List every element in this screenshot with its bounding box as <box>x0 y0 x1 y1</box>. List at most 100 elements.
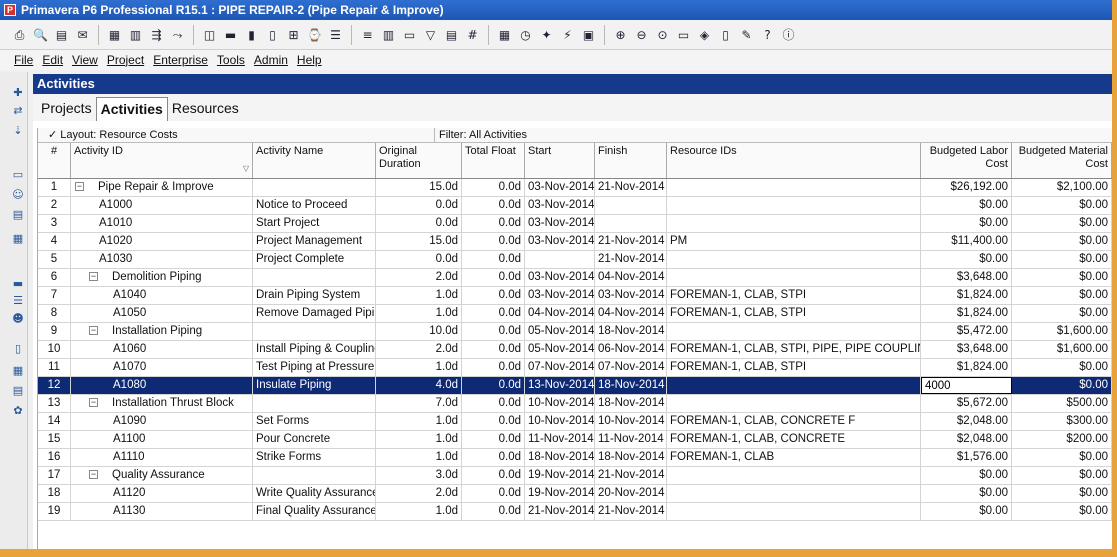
budgeted-labor-cost-cell[interactable]: $0.00 <box>921 467 1012 484</box>
budgeted-material-cost-cell[interactable]: $0.00 <box>1012 377 1112 394</box>
start-date-cell[interactable]: 05-Nov-2014 <box>525 323 595 340</box>
resource-ids-cell[interactable]: FOREMAN-1, CLAB, STPI, PIPE, PIPE COUPLI… <box>667 341 921 358</box>
link-icon[interactable]: ⤳ <box>168 25 187 45</box>
finish-date-cell[interactable] <box>595 215 667 232</box>
resource-ids-cell[interactable] <box>667 503 921 520</box>
finish-date-cell[interactable]: 18-Nov-2014 <box>595 377 667 394</box>
zoom-fit-icon[interactable]: ⊙ <box>653 25 672 45</box>
column-header-original-duration[interactable]: Original Duration <box>376 143 462 178</box>
resource-ids-cell[interactable] <box>667 179 921 196</box>
zoom-out-icon[interactable]: ⊖ <box>632 25 651 45</box>
total-float-cell[interactable]: 0.0d <box>462 485 525 502</box>
start-date-cell[interactable]: 03-Nov-2014 <box>525 197 595 214</box>
table-row[interactable]: 8 A1050 Remove Damaged Pipir 1.0d 0.0d 04-Nov… <box>38 305 1112 323</box>
activity-id-cell[interactable]: − Quality Assurance <box>71 467 253 484</box>
total-float-cell[interactable]: 0.0d <box>462 395 525 412</box>
finish-date-cell[interactable]: 21-Nov-2014 <box>595 179 667 196</box>
activity-name-cell[interactable]: Notice to Proceed <box>253 197 376 214</box>
original-duration-cell[interactable]: 1.0d <box>376 431 462 448</box>
resource-ids-cell[interactable]: FOREMAN-1, CLAB, CONCRETE F <box>667 413 921 430</box>
menu-file[interactable]: File <box>14 53 33 67</box>
original-duration-cell[interactable]: 15.0d <box>376 179 462 196</box>
document-icon[interactable]: ▯ <box>10 342 26 357</box>
list-icon[interactable]: ☰ <box>10 294 26 309</box>
table-row[interactable]: 15 A1100 Pour Concrete 1.0d 0.0d 11-Nov-2014 1… <box>38 431 1112 449</box>
print-preview-icon[interactable]: 🔍 <box>31 25 50 45</box>
activity-name-cell[interactable] <box>253 269 376 286</box>
move-icon[interactable]: ⇄ <box>10 104 26 119</box>
column-header-start[interactable]: Start <box>525 143 595 178</box>
budgeted-material-cost-cell[interactable]: $0.00 <box>1012 359 1112 376</box>
budgeted-material-cost-cell[interactable]: $1,600.00 <box>1012 323 1112 340</box>
start-date-cell[interactable]: 11-Nov-2014 <box>525 431 595 448</box>
original-duration-cell[interactable]: 2.0d <box>376 341 462 358</box>
start-date-cell[interactable]: 21-Nov-2014 <box>525 503 595 520</box>
tab-activities[interactable]: Activities <box>95 97 168 121</box>
group-sort-icon[interactable]: ≡ <box>358 25 377 45</box>
budgeted-labor-cost-cell[interactable]: $3,648.00 <box>921 269 1012 286</box>
table-row[interactable]: 14 A1090 Set Forms 1.0d 0.0d 10-Nov-2014 10-No… <box>38 413 1112 431</box>
finish-date-cell[interactable]: 07-Nov-2014 <box>595 359 667 376</box>
budgeted-material-cost-cell[interactable]: $0.00 <box>1012 251 1112 268</box>
total-float-cell[interactable]: 0.0d <box>462 503 525 520</box>
total-float-cell[interactable]: 0.0d <box>462 467 525 484</box>
budgeted-labor-cost-cell[interactable]: $0.00 <box>921 251 1012 268</box>
tab-resources[interactable]: Resources <box>168 97 243 121</box>
start-date-cell[interactable]: 18-Nov-2014 <box>525 449 595 466</box>
collapse-icon[interactable]: − <box>89 326 98 336</box>
schedule-icon[interactable]: ⌚ <box>305 25 324 45</box>
total-float-cell[interactable]: 0.0d <box>462 359 525 376</box>
budgeted-labor-cost-cell[interactable]: $0.00 <box>921 503 1012 520</box>
issues-icon[interactable]: ▤ <box>10 384 26 399</box>
finish-date-cell[interactable]: 06-Nov-2014 <box>595 341 667 358</box>
activity-name-cell[interactable]: Final Quality Assurance <box>253 503 376 520</box>
activity-name-cell[interactable]: Project Management <box>253 233 376 250</box>
activity-id-cell[interactable]: A1050 <box>71 305 253 322</box>
resource-ids-cell[interactable]: FOREMAN-1, CLAB, STPI <box>667 359 921 376</box>
original-duration-cell[interactable]: 1.0d <box>376 305 462 322</box>
table-row[interactable]: 4 A1020 Project Management 15.0d 0.0d 03-Nov-… <box>38 233 1112 251</box>
original-duration-cell[interactable]: 0.0d <box>376 215 462 232</box>
menu-tools[interactable]: Tools <box>217 53 245 67</box>
activity-id-cell[interactable]: A1040 <box>71 287 253 304</box>
budgeted-labor-cost-cell[interactable]: $1,824.00 <box>921 305 1012 322</box>
budgeted-labor-cost-cell[interactable]: $0.00 <box>921 197 1012 214</box>
page-setup-icon[interactable]: ▤ <box>52 25 71 45</box>
menu-project[interactable]: Project <box>107 53 144 67</box>
tab-projects[interactable]: Projects <box>37 97 96 121</box>
budgeted-material-cost-cell[interactable]: $300.00 <box>1012 413 1112 430</box>
activity-id-cell[interactable]: A1130 <box>71 503 253 520</box>
activity-id-cell[interactable]: − Installation Piping <box>71 323 253 340</box>
original-duration-cell[interactable]: 1.0d <box>376 359 462 376</box>
original-duration-cell[interactable]: 10.0d <box>376 323 462 340</box>
activity-name-cell[interactable]: Project Complete <box>253 251 376 268</box>
total-float-cell[interactable]: 0.0d <box>462 305 525 322</box>
original-duration-cell[interactable]: 2.0d <box>376 485 462 502</box>
open-icon[interactable]: ◫ <box>200 25 219 45</box>
budgeted-material-cost-cell[interactable]: $0.00 <box>1012 287 1112 304</box>
budgeted-labor-cost-cell[interactable]: $2,048.00 <box>921 431 1012 448</box>
table-row[interactable]: 11 A1070 Test Piping at Pressure 1.0d 0.0d 07… <box>38 359 1112 377</box>
total-float-cell[interactable]: 0.0d <box>462 287 525 304</box>
assign-icon[interactable]: ✦ <box>537 25 556 45</box>
layout-selector[interactable]: ✓ Layout: Resource Costs <box>38 128 435 142</box>
budgeted-labor-cost-cell[interactable]: $1,824.00 <box>921 287 1012 304</box>
note-icon[interactable]: ✎ <box>737 25 756 45</box>
finish-date-cell[interactable]: 21-Nov-2014 <box>595 251 667 268</box>
activity-id-cell[interactable]: − Installation Thrust Block <box>71 395 253 412</box>
activity-name-cell[interactable]: Remove Damaged Pipir <box>253 305 376 322</box>
activity-name-cell[interactable]: Drain Piping System <box>253 287 376 304</box>
original-duration-cell[interactable]: 2.0d <box>376 269 462 286</box>
finish-date-cell[interactable]: 21-Nov-2014 <box>595 233 667 250</box>
activity-name-cell[interactable]: Test Piping at Pressure <box>253 359 376 376</box>
activity-id-cell[interactable]: A1120 <box>71 485 253 502</box>
resource-ids-cell[interactable] <box>667 395 921 412</box>
start-date-cell[interactable]: 05-Nov-2014 <box>525 341 595 358</box>
column-header-number[interactable]: # <box>38 143 71 178</box>
menu-edit[interactable]: Edit <box>42 53 63 67</box>
zoom-in-icon[interactable]: ⊕ <box>611 25 630 45</box>
wbs-row[interactable]: 6 − Demolition Piping 2.0d 0.0d 03-Nov-2014 04… <box>38 269 1112 287</box>
start-date-cell[interactable]: 04-Nov-2014 <box>525 305 595 322</box>
finish-date-cell[interactable] <box>595 197 667 214</box>
activity-id-cell[interactable]: A1060 <box>71 341 253 358</box>
